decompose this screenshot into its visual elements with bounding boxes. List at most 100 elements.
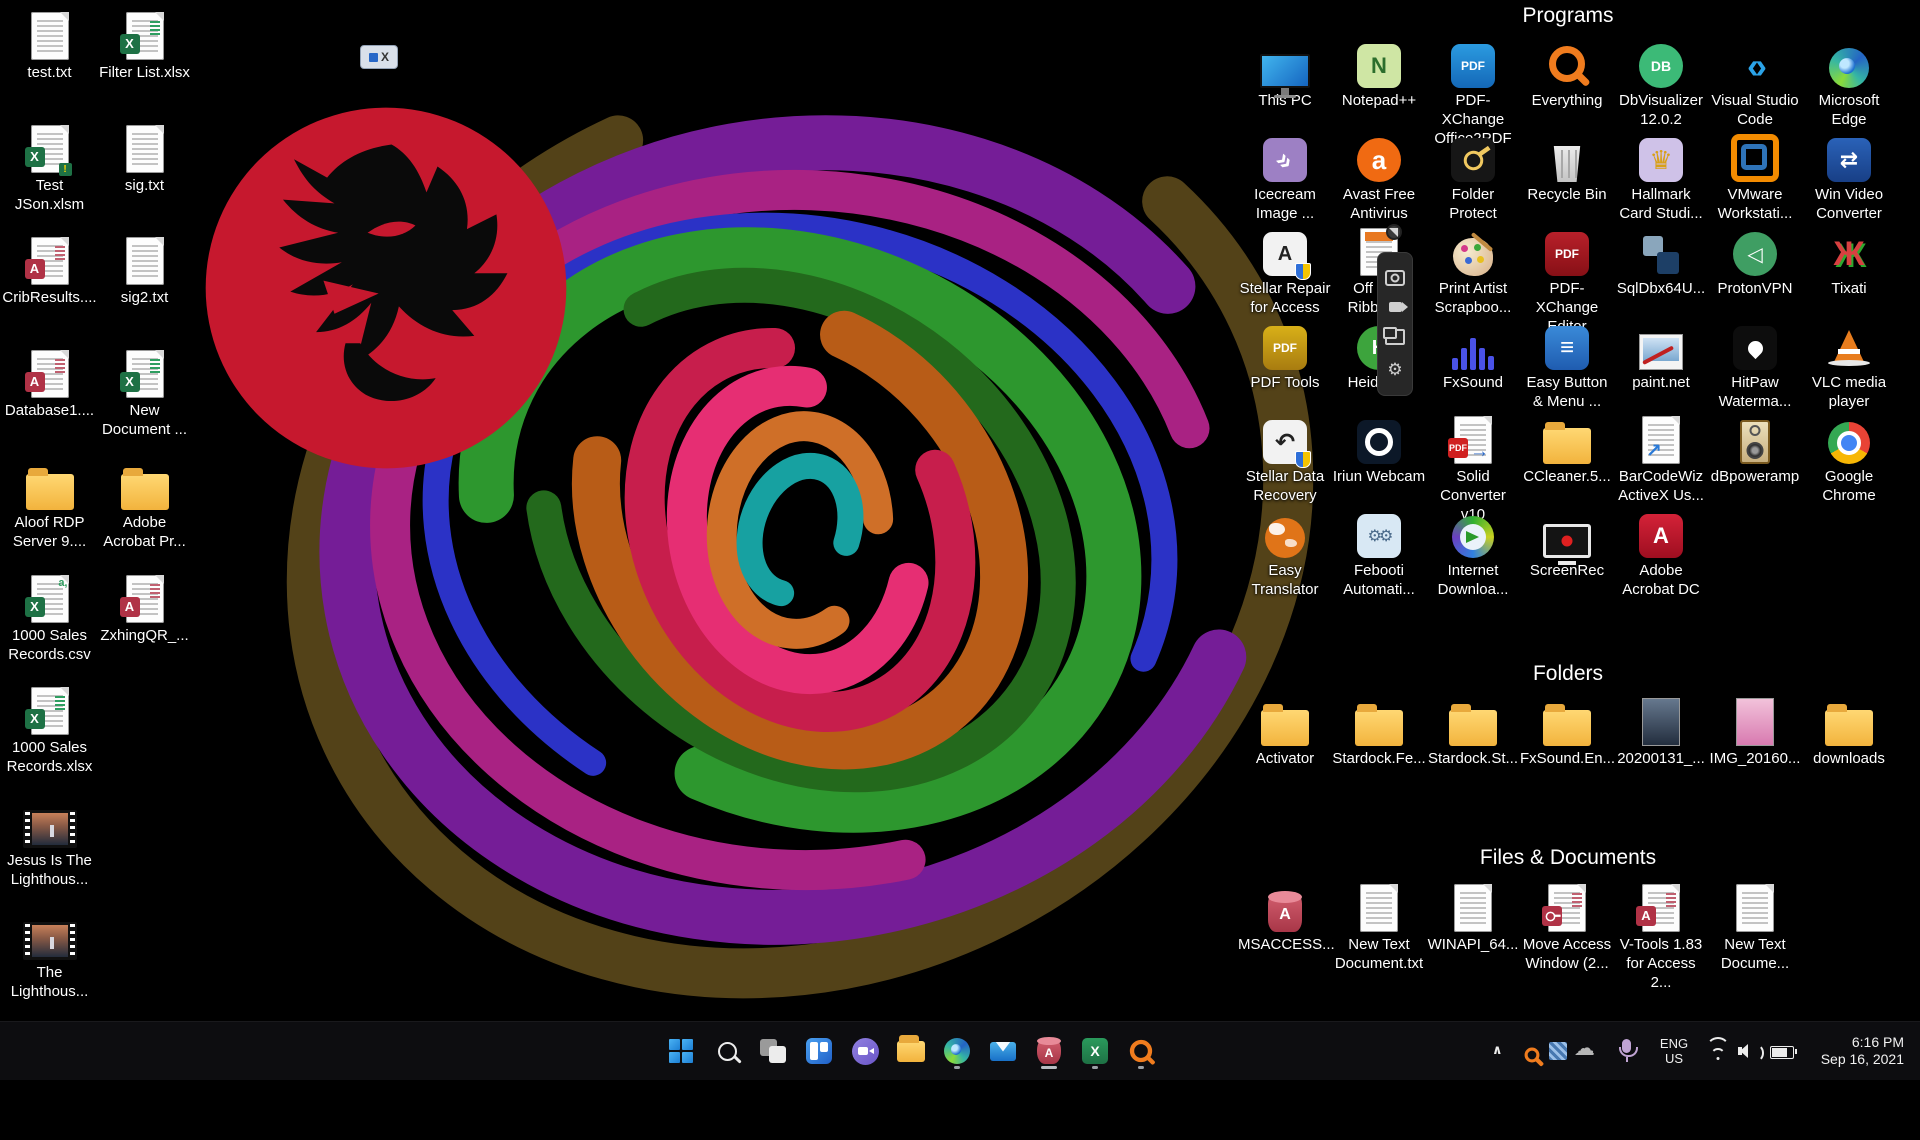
program-icon-recycle-bin[interactable]: Recycle Bin	[1520, 134, 1614, 204]
program-icon-pdf-xchange-editor[interactable]: PDFPDF-XChange Editor	[1520, 228, 1614, 336]
folder-icon	[1355, 698, 1403, 746]
volume-icon[interactable]	[1738, 1043, 1760, 1059]
desktop-icon-1000-sales-records-xlsx[interactable]: X1000 Sales Records.xlsx	[2, 683, 97, 776]
program-icon-febooti-automati[interactable]: ⚙⚙Febooti Automati...	[1332, 510, 1426, 599]
desktop-icon-database1[interactable]: ADatabase1....	[2, 346, 97, 420]
program-icon-easy-button-menu[interactable]: ≡Easy Button & Menu ...	[1520, 322, 1614, 411]
program-icon-ccleaner-5[interactable]: CCleaner.5...	[1520, 416, 1614, 486]
app-pixel-icon[interactable]	[1549, 1042, 1567, 1060]
program-icon-hallmark-card-studi[interactable]: ♛Hallmark Card Studi...	[1614, 134, 1708, 223]
desktop-icon-cribresults[interactable]: ACribResults....	[2, 233, 97, 307]
program-icon-google-chrome[interactable]: Google Chrome	[1802, 416, 1896, 505]
access-file-icon: A	[31, 346, 69, 398]
folder-icon-stardock-st[interactable]: Stardock.St...	[1426, 698, 1520, 768]
program-icon-pdf-xchange-office2pdf[interactable]: PDFPDF-XChange Office2PDF	[1426, 40, 1520, 148]
folder-icon-activator[interactable]: Activator	[1238, 698, 1332, 768]
desktop-icon-test-txt[interactable]: test.txt	[2, 8, 97, 82]
program-icon-tixati[interactable]: ЖTixati	[1802, 228, 1896, 298]
file-icon-move-access-window-2[interactable]: Move Access Window (2...	[1520, 884, 1614, 973]
program-icon-everything[interactable]: Everything	[1520, 40, 1614, 110]
screenshot-icon[interactable]	[1385, 329, 1405, 345]
program-icon-dbvisualizer-12-0-2[interactable]: DBDbVisualizer 12.0.2	[1614, 40, 1708, 129]
battery-icon[interactable]	[1770, 1046, 1794, 1059]
program-icon-internet-downloa[interactable]: Internet Downloa...	[1426, 510, 1520, 599]
program-icon-adobe-acrobat-dc[interactable]: AAdobe Acrobat DC	[1614, 510, 1708, 599]
icon-label: New Text Document.txt	[1332, 935, 1426, 973]
file-explorer-icon	[897, 1041, 925, 1062]
taskbar-edge-button[interactable]	[937, 1031, 977, 1071]
file-icon-msaccess[interactable]: AMSACCESS...	[1238, 884, 1332, 954]
program-icon-stellar-repair-for-access[interactable]: AStellar Repair for Access	[1238, 228, 1332, 317]
taskbar-chat-button[interactable]	[845, 1031, 885, 1071]
program-icon-barcodewiz-activex-us[interactable]: ↗BarCodeWiz ActiveX Us...	[1614, 416, 1708, 505]
wifi-icon[interactable]	[1706, 1043, 1730, 1061]
desktop-icon-filter-list-xlsx[interactable]: XFilter List.xlsx	[97, 8, 192, 82]
desktop-icon-jesus-is-the-lighthous[interactable]: Jesus Is The Lighthous...	[2, 796, 97, 889]
program-icon-win-video-converter[interactable]: ⇄Win Video Converter	[1802, 134, 1896, 223]
program-icon-vlc-media-player[interactable]: VLC media player	[1802, 322, 1896, 411]
onedrive-cloud-icon[interactable]: ☁	[1574, 1039, 1595, 1059]
taskbar-everything-button[interactable]	[1121, 1031, 1161, 1071]
desktop-icon-aloof-rdp-server-9[interactable]: Aloof RDP Server 9....	[2, 458, 97, 551]
taskbar-task-view-button[interactable]	[753, 1031, 793, 1071]
program-icon-dbpoweramp[interactable]: dBpoweramp	[1708, 416, 1802, 486]
program-icon-this-pc[interactable]: This PC	[1238, 40, 1332, 110]
desktop-icon-sig-txt[interactable]: sig.txt	[97, 121, 192, 195]
microphone-icon[interactable]	[1622, 1039, 1631, 1053]
taskbar-excel-button[interactable]: X	[1075, 1031, 1115, 1071]
program-icon-iriun-webcam[interactable]: Iriun Webcam	[1332, 416, 1426, 486]
program-icon-icecream-image[interactable]: »Icecream Image ...	[1238, 134, 1332, 223]
file-icon-new-text-document-txt[interactable]: New Text Document.txt	[1332, 884, 1426, 973]
desktop-icon-the-lighthous[interactable]: The Lighthous...	[2, 908, 97, 1001]
file-icon-v-tools-1-83-for-access-2[interactable]: AV-Tools 1.83 for Access 2...	[1614, 884, 1708, 992]
program-icon-avast-free-antivirus[interactable]: aAvast Free Antivirus	[1332, 134, 1426, 223]
program-icon-sqldbx64u[interactable]: SqlDbx64U...	[1614, 228, 1708, 298]
icon-label: ProtonVPN	[1717, 279, 1792, 298]
program-icon-stellar-data-recovery[interactable]: ↶Stellar Data Recovery	[1238, 416, 1332, 505]
program-icon-hitpaw-waterma[interactable]: HitPaw Waterma...	[1708, 322, 1802, 411]
desktop-icon-sig2-txt[interactable]: sig2.txt	[97, 233, 192, 307]
desktop-icon-adobe-acrobat-pr[interactable]: Adobe Acrobat Pr...	[97, 458, 192, 551]
camera-icon[interactable]	[1385, 270, 1405, 286]
program-icon-vmware-workstati[interactable]: VMware Workstati...	[1708, 134, 1802, 223]
taskbar-file-explorer-button[interactable]	[891, 1031, 931, 1071]
mini-window[interactable]: X	[360, 45, 398, 69]
desktop-icon-1000-sales-records-csv[interactable]: Xa,1000 Sales Records.csv	[2, 571, 97, 664]
desktop-icon-zxhingqr[interactable]: AZxhingQR_...	[97, 571, 192, 645]
program-icon-pdf-tools[interactable]: PDFPDF Tools	[1238, 322, 1332, 392]
folder-icon-downloads[interactable]: downloads	[1802, 698, 1896, 768]
folder-icon-fxsound-en[interactable]: FxSound.En...	[1520, 698, 1614, 768]
program-icon-notepad[interactable]: NNotepad++	[1332, 40, 1426, 110]
program-icon-protonvpn[interactable]: ◁ProtonVPN	[1708, 228, 1802, 298]
file-icon-winapi-64[interactable]: WINAPI_64...	[1426, 884, 1520, 954]
program-icon-easy-translator[interactable]: Easy Translator	[1238, 510, 1332, 599]
everything-tray-icon[interactable]	[1520, 1043, 1544, 1067]
program-icon-visual-studio-code[interactable]: ‹›Visual Studio Code	[1708, 40, 1802, 129]
desktop-icon-test-json-xlsm[interactable]: X!Test JSon.xlsm	[2, 121, 97, 214]
program-icon-screenrec[interactable]: ScreenRec	[1520, 510, 1614, 580]
folder-icon-stardock-fe[interactable]: Stardock.Fe...	[1332, 698, 1426, 768]
taskbar-search-button[interactable]	[707, 1031, 747, 1071]
taskbar-access-button[interactable]: A	[1029, 1031, 1069, 1071]
program-icon-microsoft-edge[interactable]: Microsoft Edge	[1802, 40, 1896, 129]
chat-icon	[852, 1038, 879, 1065]
capture-toolbar[interactable]: ⚙	[1377, 252, 1413, 396]
taskbar-clock[interactable]: 6:16 PM Sep 16, 2021	[1798, 1034, 1904, 1068]
taskbar-mail-button[interactable]	[983, 1031, 1023, 1071]
file-icon-new-text-docume[interactable]: New Text Docume...	[1708, 884, 1802, 973]
program-icon-print-artist-scrapboo[interactable]: Print Artist Scrapboo...	[1426, 228, 1520, 317]
taskbar-widgets-button[interactable]	[799, 1031, 839, 1071]
program-icon-paint-net[interactable]: paint.net	[1614, 322, 1708, 392]
fxsound-icon	[1452, 322, 1494, 370]
folder-icon-img-20160[interactable]: IMG_20160...	[1708, 698, 1802, 768]
desktop-icon-new-document[interactable]: XNew Document ...	[97, 346, 192, 439]
folder-icon-20200131[interactable]: 20200131_...	[1614, 698, 1708, 768]
taskbar-start-button[interactable]	[661, 1031, 701, 1071]
video-camera-icon[interactable]	[1389, 302, 1402, 312]
settings-gear-icon[interactable]: ⚙	[1387, 361, 1402, 378]
chevron-up-icon[interactable]: ∧	[1492, 1042, 1503, 1058]
language-indicator[interactable]: ENG US	[1652, 1036, 1696, 1066]
program-icon-solid-converter-v10[interactable]: PDF→Solid Converter v10	[1426, 416, 1520, 524]
program-icon-folder-protect[interactable]: Folder Protect	[1426, 134, 1520, 223]
program-icon-fxsound[interactable]: FxSound	[1426, 322, 1520, 392]
